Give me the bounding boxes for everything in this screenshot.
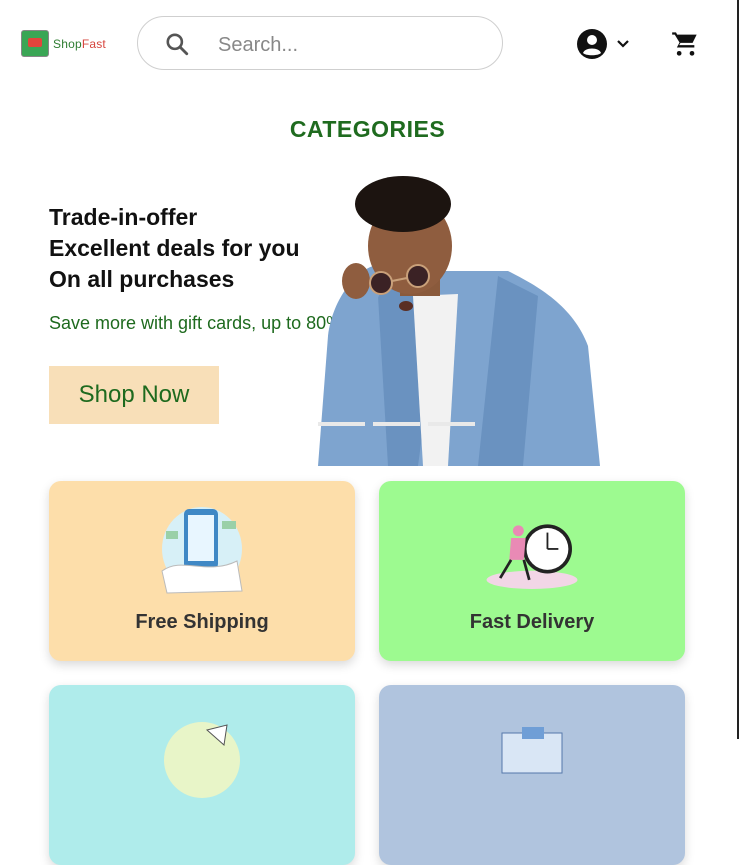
hero-headline: Trade-in-offer Excellent deals for you O… [49, 202, 300, 295]
feature-illustration [164, 722, 240, 798]
feature-card[interactable] [49, 685, 355, 865]
hero-line: On all purchases [49, 266, 235, 292]
carousel-dot[interactable] [428, 422, 475, 426]
account-circle-icon[interactable] [576, 28, 608, 60]
shop-now-button[interactable]: Shop Now [49, 366, 219, 424]
feature-card-free-shipping[interactable]: Free Shipping [49, 481, 355, 661]
page-title: CATEGORIES [289, 116, 446, 142]
account-menu[interactable] [576, 28, 630, 60]
carousel-dot[interactable] [318, 422, 365, 426]
hero-line: Trade-in-offer [49, 204, 198, 230]
shopping-cart-icon[interactable] [671, 30, 699, 58]
feature-card[interactable] [379, 685, 685, 865]
logo[interactable]: ShopFast [21, 30, 106, 57]
logo-text: ShopFast [53, 36, 106, 51]
feature-label: Free Shipping [135, 611, 269, 633]
carousel-indicators [318, 422, 475, 426]
search-bar[interactable] [137, 16, 503, 70]
search-input[interactable] [216, 29, 480, 61]
carousel-dot[interactable] [373, 422, 420, 426]
chevron-down-icon[interactable] [616, 39, 630, 49]
feature-card-fast-delivery[interactable]: Fast Delivery [379, 481, 685, 661]
cart-logo-icon [21, 30, 49, 57]
mobile-payment-illustration [161, 507, 243, 594]
feature-label: Fast Delivery [469, 611, 595, 633]
delivery-clock-illustration [486, 524, 578, 589]
feature-illustration [501, 727, 563, 774]
hero-line: Excellent deals for you [49, 235, 300, 261]
search-icon[interactable] [164, 31, 190, 57]
